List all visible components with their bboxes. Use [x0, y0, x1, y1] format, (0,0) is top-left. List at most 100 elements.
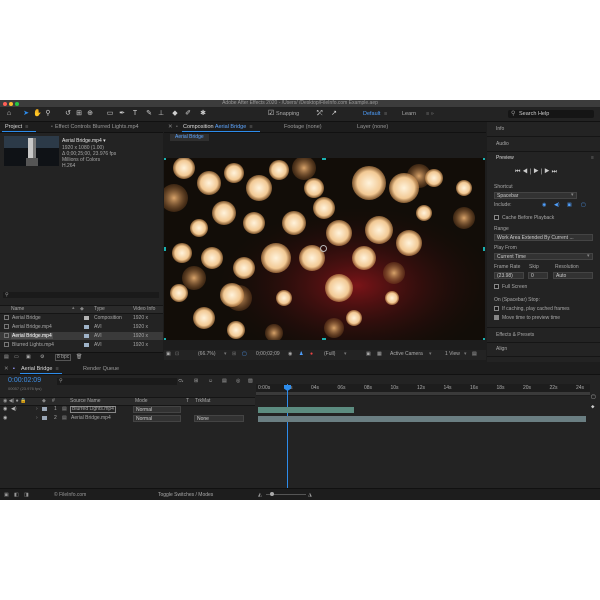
- region-of-interest-icon[interactable]: ▣: [366, 351, 371, 358]
- interpret-footage-icon[interactable]: ▤: [4, 354, 9, 360]
- type-tool-icon[interactable]: T: [131, 110, 139, 118]
- last-frame-icon[interactable]: ⏭: [552, 169, 559, 175]
- workspace-default[interactable]: Default: [363, 111, 380, 118]
- visibility-eye-icon[interactable]: ◉: [3, 406, 7, 412]
- label-color-swatch[interactable]: [84, 316, 89, 320]
- expand-layer-switches-icon[interactable]: ▣: [4, 492, 9, 498]
- work-area-bar[interactable]: [256, 392, 590, 395]
- move-time-checkbox[interactable]: [494, 315, 499, 320]
- cache-before-playback-checkbox[interactable]: [494, 215, 499, 220]
- preview-panel-tab[interactable]: Preview: [496, 155, 514, 161]
- new-composition-icon[interactable]: ▣: [26, 354, 31, 360]
- new-folder-icon[interactable]: ▭: [14, 354, 19, 360]
- snap-option-icon-2[interactable]: ↗: [330, 110, 338, 118]
- if-caching-checkbox[interactable]: [494, 306, 499, 311]
- project-item[interactable]: Aerial Bridge Composition 1920 x: [0, 314, 163, 322]
- project-item[interactable]: Blurred Lights.mp4 AVI 1920 x: [0, 341, 163, 349]
- frame-rate-dropdown[interactable]: (23.98): [494, 272, 524, 279]
- brush-tool-icon[interactable]: ✎: [145, 110, 153, 118]
- label-color-swatch[interactable]: [84, 334, 89, 338]
- column-type[interactable]: Type: [94, 306, 105, 312]
- skip-dropdown[interactable]: 0: [528, 272, 548, 279]
- label-color-swatch[interactable]: [84, 325, 89, 329]
- next-frame-icon[interactable]: |▶: [541, 169, 552, 175]
- camera-dropdown[interactable]: Active Camera: [390, 351, 423, 358]
- zoom-slider-thumb[interactable]: [270, 492, 274, 496]
- workspace-learn[interactable]: Learn: [402, 111, 416, 118]
- show-snapshot-icon[interactable]: ♟: [299, 351, 303, 358]
- view-layout-dropdown-icon[interactable]: ▾: [464, 351, 467, 358]
- expand-layer-icon[interactable]: ›: [36, 415, 38, 421]
- tab-render-queue[interactable]: Render Queue: [80, 364, 122, 374]
- view-layout-dropdown[interactable]: 1 View: [445, 351, 460, 358]
- prev-frame-icon[interactable]: ◀|: [522, 169, 533, 175]
- resolution-dropdown[interactable]: (Full): [324, 351, 335, 358]
- expand-timing-icon[interactable]: ◨: [24, 492, 29, 498]
- play-from-dropdown[interactable]: Current Time: [494, 253, 593, 260]
- timeline-marker-icon[interactable]: ⬥: [591, 404, 595, 410]
- layer-duration-bar[interactable]: [258, 416, 586, 422]
- resolution-dropdown-icon[interactable]: ▾: [344, 351, 347, 358]
- label-color-swatch[interactable]: [84, 343, 89, 347]
- mask-visibility-icon[interactable]: ▢: [242, 351, 247, 358]
- frame-blending-icon[interactable]: ▤: [222, 378, 227, 384]
- zoom-out-icon[interactable]: ◭: [258, 492, 262, 498]
- effects-presets-tab[interactable]: Effects & Presets: [496, 332, 534, 338]
- hand-tool-icon[interactable]: ✋: [33, 110, 42, 118]
- toggle-switches-modes[interactable]: Toggle Switches / Modes: [158, 492, 213, 498]
- layer-handle-bl[interactable]: [164, 338, 166, 340]
- range-dropdown[interactable]: Work Area Extended By Current ...: [494, 234, 593, 241]
- comp-mini-flowchart-icon[interactable]: ⤼: [178, 378, 183, 384]
- layer-handle-tl[interactable]: [164, 158, 166, 160]
- layer-handle-tc[interactable]: [322, 158, 326, 160]
- column-trkmat[interactable]: TrkMat: [195, 398, 210, 404]
- workspace-more-icon[interactable]: ≡ »: [426, 111, 434, 118]
- timeline-search-input[interactable]: ⚲: [57, 378, 177, 385]
- snapshot-icon[interactable]: ◉: [288, 351, 292, 358]
- zoom-dropdown-icon[interactable]: ▾: [224, 351, 227, 358]
- include-layer-controls-icon[interactable]: ▢: [581, 202, 586, 208]
- graph-editor-icon[interactable]: ▨: [248, 378, 253, 384]
- selected-item-name[interactable]: Aerial Bridge.mp4 ▾: [62, 138, 106, 144]
- include-audio-icon[interactable]: ◀): [554, 202, 560, 208]
- roto-brush-tool-icon[interactable]: ✐: [184, 110, 192, 118]
- snapping-label[interactable]: Snapping: [276, 111, 299, 118]
- column-mode[interactable]: Mode: [135, 398, 148, 404]
- zoom-in-icon[interactable]: ◮: [308, 492, 312, 498]
- audio-icon[interactable]: ◀): [11, 406, 17, 412]
- project-settings-icon[interactable]: ⚙: [40, 354, 44, 360]
- transparency-grid-icon[interactable]: ▦: [377, 351, 382, 358]
- rotate-tool-icon[interactable]: ↺: [64, 110, 72, 118]
- layer-label-swatch[interactable]: [42, 407, 47, 411]
- full-screen-checkbox[interactable]: [494, 284, 499, 289]
- project-item[interactable]: Aerial Bridge.mp4 AVI 1920 x: [0, 323, 163, 331]
- bpc-button[interactable]: 8 bpc: [55, 354, 72, 361]
- motion-blur-icon[interactable]: ◎: [236, 378, 240, 384]
- column-t[interactable]: T: [186, 398, 189, 404]
- audio-panel-tab[interactable]: Audio: [496, 141, 509, 147]
- puppet-tool-icon[interactable]: ✱: [199, 110, 207, 118]
- include-overlays-icon[interactable]: ▣: [567, 202, 572, 208]
- search-help-field[interactable]: ⚲ Search Help: [508, 110, 594, 118]
- time-ruler[interactable]: 0:00s02s04s06s08s10s12s14s16s18s20s22s24…: [256, 384, 590, 396]
- tab-effect-controls[interactable]: ▪ Effect Controls Blurred Lights.mp4: [48, 122, 142, 132]
- visibility-eye-icon[interactable]: ◉: [3, 415, 7, 421]
- zoom-tool-icon[interactable]: ⚲: [44, 110, 52, 118]
- column-name[interactable]: Name: [11, 306, 24, 312]
- expand-modes-icon[interactable]: ◧: [14, 492, 19, 498]
- layer-source-name[interactable]: Aerial Bridge.mp4: [70, 415, 112, 421]
- shy-layers-icon[interactable]: ☺: [208, 378, 213, 384]
- include-video-icon[interactable]: ◉: [542, 202, 546, 208]
- layer-label-swatch[interactable]: [42, 416, 47, 420]
- snap-option-icon[interactable]: ⤱: [316, 110, 324, 118]
- workspace-menu-icon[interactable]: ≡: [384, 111, 387, 118]
- pen-tool-icon[interactable]: ✒: [118, 110, 126, 118]
- tab-footage[interactable]: Footage (none): [281, 122, 325, 132]
- preview-menu-icon[interactable]: ≡: [591, 155, 594, 161]
- project-search-input[interactable]: ⚲: [3, 292, 159, 298]
- column-source-name[interactable]: Source Name: [70, 398, 101, 404]
- selection-tool-icon[interactable]: ➤: [22, 110, 30, 118]
- layer-source-name[interactable]: Blurred Lights.mp4: [70, 406, 116, 413]
- expand-layer-icon[interactable]: ›: [36, 406, 38, 412]
- layer-handle-tr[interactable]: [483, 158, 485, 160]
